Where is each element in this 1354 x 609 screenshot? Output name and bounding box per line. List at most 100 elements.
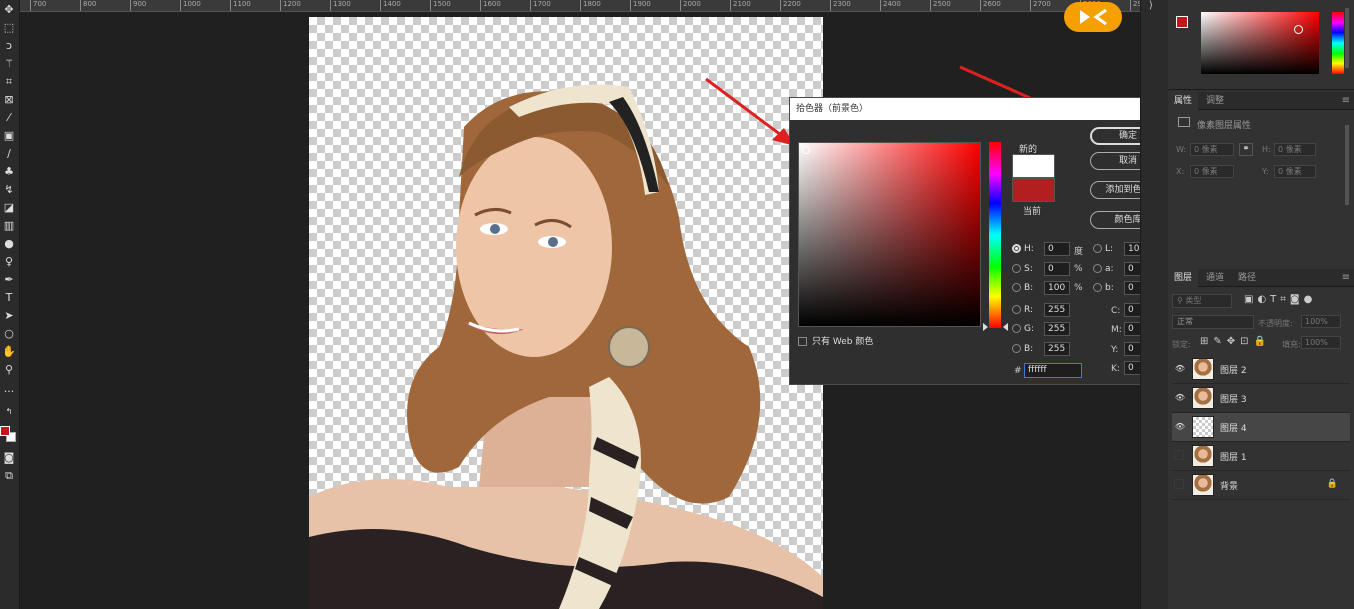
opacity-input[interactable]: 100% [1301,315,1341,328]
blue-radio[interactable] [1012,344,1021,353]
magic-wand-tool-icon[interactable]: ⚚ [1,56,17,72]
foreground-color-swatch[interactable] [0,426,10,436]
layer-name[interactable]: 图层 1 [1220,450,1247,463]
h-input[interactable]: 0 [1044,242,1070,256]
screen-mode-icon[interactable]: ⧉ [1,468,17,484]
panel-expand-icon[interactable]: ⟩ [1149,0,1153,11]
visibility-eye-icon[interactable]: 👁 [1174,363,1186,375]
g-radio-row[interactable]: G: [1012,322,1034,336]
frame-tool-icon[interactable]: ⊠ [1,92,17,108]
gradient-tool-icon[interactable]: ▥ [1,218,17,234]
l-radio[interactable] [1093,244,1102,253]
saturation-brightness-field[interactable] [798,142,981,327]
hand-tool-icon[interactable]: ✋ [1,344,17,360]
blue-radio-row[interactable]: B: [1012,342,1033,356]
shape-tool-icon[interactable]: ○ [1,326,17,342]
quick-mask-icon[interactable]: ◙ [1,450,17,466]
history-brush-tool-icon[interactable]: ↯ [1,182,17,198]
h-radio[interactable] [1012,244,1021,253]
swap-colors-icon[interactable]: ↰ [1,404,17,420]
fill-input[interactable]: 100% [1301,336,1341,349]
layers-menu-icon[interactable]: ≡ [1342,269,1350,287]
layer-filter-dropdown[interactable]: ⚲ 类型 [1172,294,1232,308]
current-color-swatch[interactable] [1012,178,1055,202]
color-panel-scrollbar[interactable] [1345,8,1349,68]
color-panel-foreground-swatch[interactable] [1176,16,1188,28]
hex-input[interactable]: ffffff [1024,363,1082,378]
type-tool-icon[interactable]: T [1,290,17,306]
visibility-eye-icon[interactable] [1174,479,1184,489]
web-colors-checkbox[interactable] [798,337,807,346]
pen-tool-icon[interactable]: ✒ [1,272,17,288]
visibility-eye-icon[interactable]: 👁 [1174,392,1186,404]
canvas-image[interactable] [309,17,823,609]
g-input[interactable]: 255 [1044,322,1070,336]
more-tools-icon[interactable]: ··· [1,384,17,400]
l-radio-row[interactable]: L: [1093,242,1113,256]
visibility-eye-icon[interactable] [1174,450,1184,460]
x-input[interactable]: 0 像素 [1190,165,1234,178]
layer-row[interactable]: 👁 图层 3 [1172,384,1350,413]
layer-row[interactable]: 图层 1 [1172,442,1350,471]
lock-icon[interactable]: 🔒 [1327,479,1338,489]
y-prop-input[interactable]: 0 像素 [1274,165,1316,178]
color-panel-marker[interactable] [1294,25,1303,34]
s-input[interactable]: 0 [1044,262,1070,276]
h-radio-row[interactable]: H: [1012,242,1034,256]
hue-slider-right-handle-icon[interactable] [1003,323,1008,331]
dodge-tool-icon[interactable]: ♀ [1,254,17,270]
lasso-tool-icon[interactable]: ↄ [1,38,17,54]
g-radio[interactable] [1012,324,1021,333]
brightness-radio-row[interactable]: B: [1012,281,1033,295]
layer-name[interactable]: 图层 2 [1220,363,1247,376]
brush-tool-icon[interactable]: ∕ [1,146,17,162]
zoom-tool-icon[interactable]: ⚲ [1,362,17,378]
h-prop-input[interactable]: 0 像素 [1274,143,1316,156]
eraser-tool-icon[interactable]: ◪ [1,200,17,216]
layer-row[interactable]: 👁 图层 2 [1172,355,1350,384]
r-radio[interactable] [1012,305,1021,314]
blend-mode-dropdown[interactable]: 正常 [1172,315,1254,329]
path-selection-tool-icon[interactable]: ➤ [1,308,17,324]
brightness-input[interactable]: 100 [1044,281,1070,295]
tab-adjustments[interactable]: 调整 [1200,92,1230,110]
blue-input[interactable]: 255 [1044,342,1070,356]
layer-row[interactable]: 背景 🔒 [1172,471,1350,500]
s-radio-row[interactable]: S: [1012,262,1033,276]
lock-icons[interactable]: ⊞✎✥⊡🔒 [1200,336,1271,347]
w-input[interactable]: 0 像素 [1190,143,1234,156]
a-radio-row[interactable]: a: [1093,262,1114,276]
layer-name[interactable]: 图层 3 [1220,392,1247,405]
tab-properties[interactable]: 属性 [1168,92,1199,110]
lab-b-radio-row[interactable]: b: [1093,281,1114,295]
tab-layers[interactable]: 图层 [1168,269,1199,287]
clone-stamp-tool-icon[interactable]: ♣ [1,164,17,180]
color-panel-field[interactable] [1201,12,1319,74]
r-input[interactable]: 255 [1044,303,1070,317]
hue-slider[interactable] [989,142,1001,328]
r-radio-row[interactable]: R: [1012,303,1033,317]
tab-channels[interactable]: 通道 [1200,269,1230,287]
hue-slider-left-handle-icon[interactable] [983,323,988,331]
move-tool-icon[interactable]: ✥ [1,2,17,18]
blur-tool-icon[interactable]: ● [1,236,17,252]
eyedropper-tool-icon[interactable]: ⁄ [1,110,17,126]
properties-menu-icon[interactable]: ≡ [1342,92,1350,110]
color-field-marker[interactable] [802,146,810,154]
s-radio[interactable] [1012,264,1021,273]
tab-paths[interactable]: 路径 [1232,269,1262,287]
crop-tool-icon[interactable]: ⌗ [1,74,17,90]
marquee-tool-icon[interactable]: ⬚ [1,20,17,36]
layer-row[interactable]: 👁 图层 4 [1172,413,1350,442]
a-radio[interactable] [1093,264,1102,273]
visibility-eye-icon[interactable]: 👁 [1174,421,1186,433]
properties-scrollbar[interactable] [1345,125,1349,205]
link-icon[interactable]: ⚭ [1239,143,1253,156]
layer-name[interactable]: 图层 4 [1220,421,1247,434]
layer-filter-icons[interactable]: ▣◐T⌗◙● [1244,294,1316,305]
healing-brush-tool-icon[interactable]: ▣ [1,128,17,144]
web-colors-only-option[interactable]: 只有 Web 颜色 [798,335,873,349]
brightness-radio[interactable] [1012,283,1021,292]
layer-name[interactable]: 背景 [1220,479,1238,492]
color-panel-hue-slider[interactable] [1332,12,1344,74]
